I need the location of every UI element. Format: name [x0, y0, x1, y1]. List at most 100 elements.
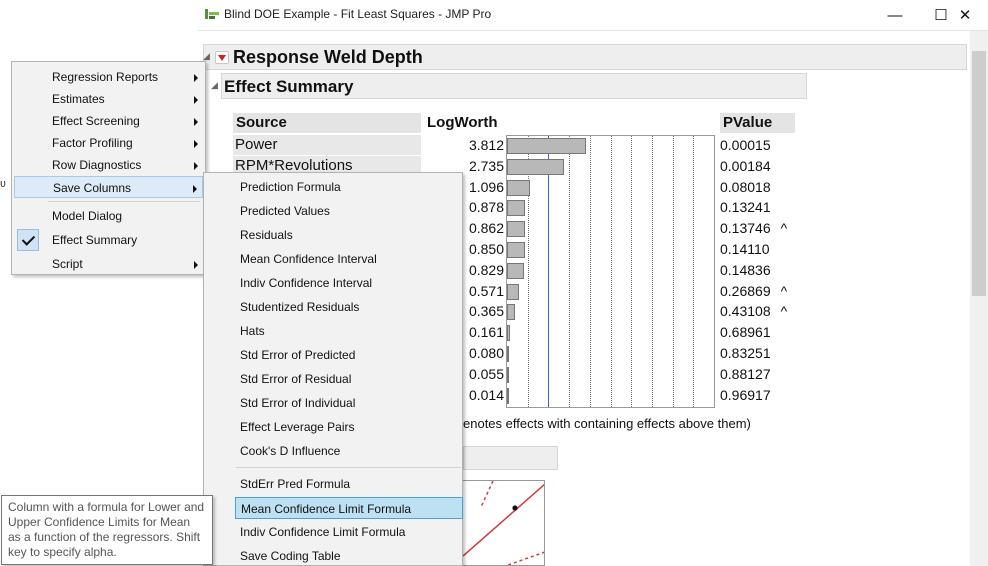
chart-gridline: [569, 136, 571, 407]
pvalue-value: 0.08018: [720, 178, 771, 195]
submenu-arrow-icon: [194, 96, 198, 104]
fit-line: [463, 483, 544, 557]
pvalue-cell: 0.83251: [720, 343, 820, 363]
submenu-arrow-icon: [194, 140, 198, 148]
plot-svg: [463, 481, 544, 565]
menu-item-save-columns[interactable]: Save Columns: [14, 176, 203, 198]
logworth-bar: [507, 325, 511, 342]
vertical-scrollbar[interactable]: [970, 31, 988, 566]
menu-item-effect-summary[interactable]: Effect Summary: [14, 229, 203, 251]
title-bar: Blind DOE Example - Fit Least Squares - …: [198, 0, 988, 31]
actual-by-predicted-plot: [463, 480, 545, 566]
menu-item-label: Estimates: [52, 92, 105, 106]
menu-item-script[interactable]: Script: [14, 253, 203, 275]
menu-item-tooltip: Column with a formula for Lower and Uppe…: [1, 495, 213, 565]
menu-item-label: Save Columns: [53, 181, 132, 195]
menu-separator: [48, 201, 200, 202]
effect-summary-title: Effect Summary: [224, 77, 354, 96]
pvalue-cell: 0.13241: [720, 197, 820, 217]
pvalue-cell: 0.14836: [720, 260, 820, 280]
pvalue-value: 0.14836: [720, 261, 771, 278]
logworth-bar: [507, 366, 509, 383]
response-header[interactable]: ◢ Response Weld Depth: [203, 44, 967, 70]
scrollbar-thumb[interactable]: [972, 51, 986, 296]
submenu-arrow-icon: [193, 185, 197, 193]
pvalue-column-header: PValue: [720, 113, 795, 133]
window-title: Blind DOE Example - Fit Least Squares - …: [224, 7, 492, 21]
menu-item-label: Model Dialog: [52, 209, 123, 223]
submenu-item-stderr-pred-formula[interactable]: StdErr Pred Formula: [234, 473, 462, 495]
footnote-text: enotes effects with containing effects a…: [463, 416, 751, 431]
submenu-item-std-error-of-predicted[interactable]: Std Error of Predicted: [234, 344, 462, 366]
pvalue-value: 0.13746: [720, 220, 771, 237]
minimize-button[interactable]: —: [872, 0, 918, 30]
submenu-item-save-coding-table[interactable]: Save Coding Table: [234, 545, 462, 566]
chart-gridline: [527, 136, 529, 407]
pvalue-value: 0.00184: [720, 157, 771, 174]
logworth-bar: [507, 387, 509, 404]
response-title: Response Weld Depth: [233, 47, 423, 67]
containing-effect-flag: ^: [780, 303, 788, 320]
title-separator: [198, 30, 988, 31]
pvalue-cell: 0.13746 ^: [720, 218, 820, 238]
pvalue-value: 0.83251: [720, 345, 771, 361]
submenu-item-studentized-residuals[interactable]: Studentized Residuals: [234, 296, 462, 318]
submenu-item-residuals[interactable]: Residuals: [234, 224, 462, 246]
pvalue-value: 0.00015: [720, 137, 771, 153]
save-columns-submenu: Prediction Formula Predicted Values Residu…: [203, 172, 463, 566]
submenu-item-predicted-values[interactable]: Predicted Values: [234, 200, 462, 222]
submenu-item-std-error-of-residual[interactable]: Std Error of Residual: [234, 368, 462, 390]
submenu-item-indiv-confidence-limit-formula[interactable]: Indiv Confidence Limit Formula: [234, 521, 462, 543]
chart-gridline: [631, 136, 633, 407]
pvalue-cell: 0.00015: [720, 135, 820, 155]
logworth-bar: [507, 200, 526, 217]
submenu-item-hats[interactable]: Hats: [234, 320, 462, 342]
effect-summary-header[interactable]: Effect Summary: [221, 73, 807, 99]
menu-item-regression-reports[interactable]: Regression Reports: [14, 66, 203, 88]
collapsed-section-header[interactable]: [463, 446, 558, 470]
cursor-glyph: ʋ: [0, 178, 7, 190]
menu-item-label: Regression Reports: [52, 70, 159, 84]
chart-gridline: [672, 136, 674, 407]
logworth-bar: [507, 138, 586, 154]
pvalue-value: 0.96917: [720, 386, 771, 403]
data-point: [512, 505, 518, 511]
source-cell: Power: [233, 135, 421, 155]
submenu-item-std-error-of-individual[interactable]: Std Error of Individual: [234, 392, 462, 414]
menu-item-label: Row Diagnostics: [52, 158, 142, 172]
menu-item-row-diagnostics[interactable]: Row Diagnostics: [14, 154, 203, 176]
jmp-window: { "window": { "title": "Blind DOE Exampl…: [0, 0, 988, 566]
submenu-item-effect-leverage-pairs[interactable]: Effect Leverage Pairs: [234, 416, 462, 438]
submenu-item-cook-s-d-influence[interactable]: Cook's D Influence: [234, 440, 462, 462]
menu-item-factor-profiling[interactable]: Factor Profiling: [14, 132, 203, 154]
chart-gridline: [610, 136, 612, 407]
red-triangle-menu-icon[interactable]: [215, 51, 229, 64]
pvalue-cell: 0.96917: [720, 385, 820, 405]
menu-item-effect-screening[interactable]: Effect Screening: [14, 110, 203, 132]
submenu-arrow-icon: [194, 162, 198, 170]
submenu-item-indiv-confidence-interval[interactable]: Indiv Confidence Interval: [234, 272, 462, 294]
source-column-header: Source: [233, 113, 421, 133]
submenu-item-mean-confidence-interval[interactable]: Mean Confidence Interval: [234, 248, 462, 270]
pvalue-cell: 0.88127: [720, 364, 820, 384]
logworth-column-header: LogWorth: [424, 113, 508, 133]
submenu-item-prediction-formula[interactable]: Prediction Formula: [234, 176, 462, 198]
logworth-bar: [507, 283, 519, 300]
logworth-value: 3.812: [468, 137, 504, 153]
close-button[interactable]: ✕: [942, 0, 988, 30]
pvalue-value: 0.26869: [720, 282, 771, 299]
effect-summary-disclosure-icon[interactable]: ◢: [211, 80, 218, 91]
containing-effect-flag: ^: [780, 282, 788, 299]
logworth-bar: [507, 221, 525, 238]
menu-item-estimates[interactable]: Estimates: [14, 88, 203, 110]
menu-item-model-dialog[interactable]: Model Dialog: [14, 205, 203, 227]
submenu-item-mean-confidence-limit-formula[interactable]: Mean Confidence Limit Formula: [235, 497, 463, 519]
pvalue-value: 0.88127: [720, 365, 771, 382]
logworth-bar: [507, 262, 525, 279]
pvalue-cell: 0.00184: [720, 156, 820, 176]
pvalue-cell: 0.68961: [720, 322, 820, 342]
pvalue-value: 0.68961: [720, 324, 771, 341]
logworth-bar: [507, 158, 564, 175]
chart-gridline: [651, 136, 653, 407]
submenu-arrow-icon: [194, 118, 198, 126]
